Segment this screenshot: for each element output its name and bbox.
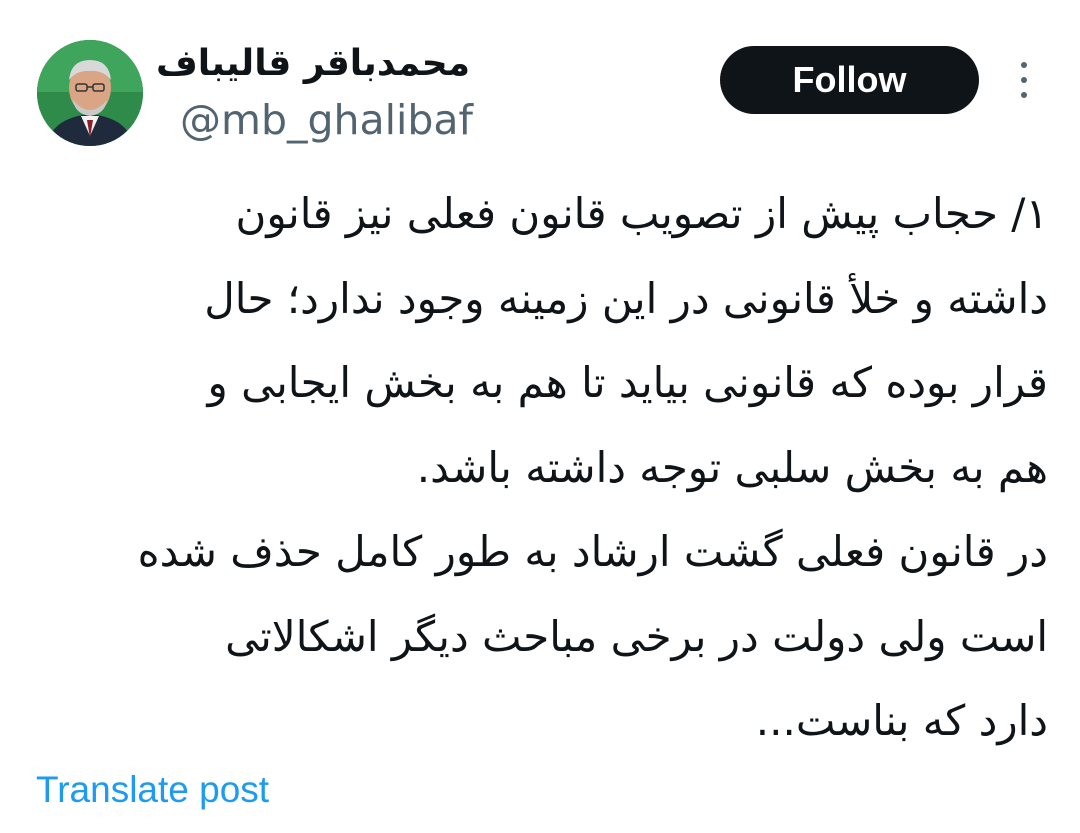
tweet-text-line: قرار بوده که قانونی بیاید تا هم به بخش ا… xyxy=(207,358,1048,407)
more-options-icon[interactable] xyxy=(1009,60,1039,100)
tweet-text-line: ۱/ حجاب پیش از تصویب قانون فعلی نیز قانو… xyxy=(235,189,1048,238)
tweet-text-line: دارد که بناست... xyxy=(755,696,1048,745)
more-dot xyxy=(1021,62,1027,68)
tweet-text-line: در قانون فعلی گشت ارشاد به طور کامل حذف … xyxy=(137,527,1048,576)
tweet-text-line: هم به بخش سلبی توجه داشته باشد. xyxy=(416,442,1048,492)
follow-button[interactable]: Follow xyxy=(720,46,979,114)
more-dot xyxy=(1021,77,1027,83)
author-display-name[interactable]: محمدباقر قالیباف xyxy=(156,40,470,88)
tweet-text-line: داشته و خلأ قانونی در این زمینه وجود ندا… xyxy=(204,273,1048,323)
translate-post-link[interactable]: Translate post xyxy=(36,766,269,814)
avatar[interactable] xyxy=(37,40,143,146)
tweet-text: ۱/ حجاب پیش از تصویب قانون فعلی نیز قانو… xyxy=(40,172,1048,764)
author-handle[interactable]: @mb_ghalibaf xyxy=(180,96,473,144)
tweet-text-line: است ولی دولت در برخی مباحث دیگر اشکالاتی xyxy=(225,611,1048,661)
more-dot xyxy=(1021,92,1027,98)
profile-photo-icon xyxy=(37,40,143,146)
